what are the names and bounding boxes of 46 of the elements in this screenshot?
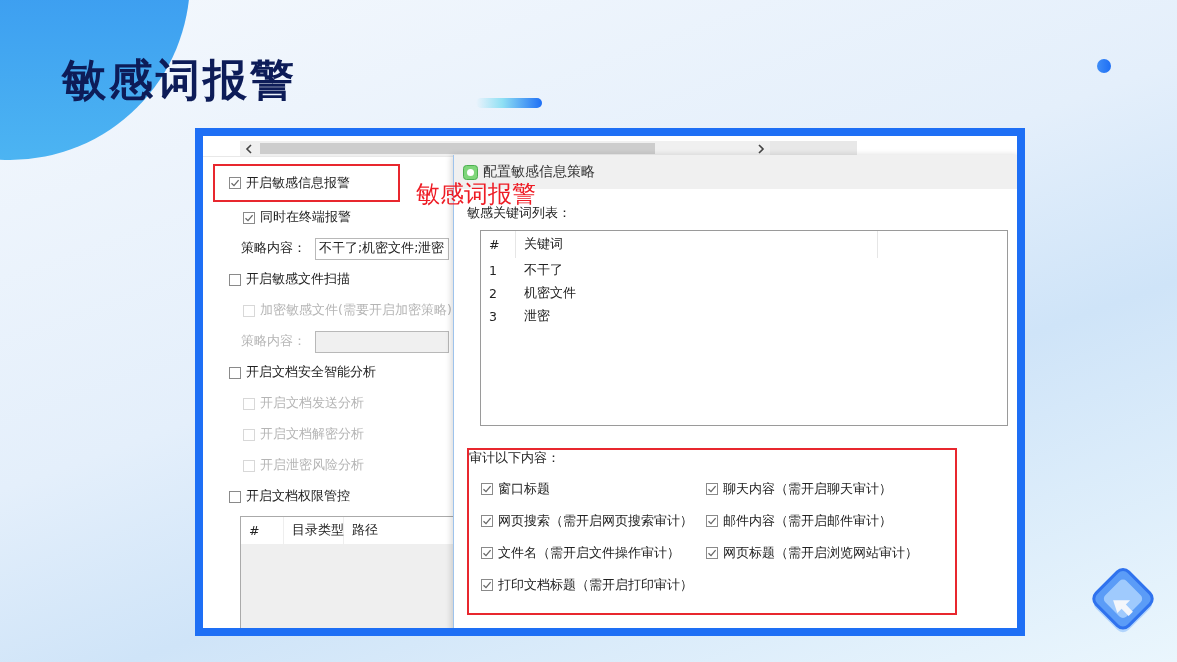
table-cell-text: 不干了	[523, 262, 564, 279]
section-label: 审计以下内容：	[469, 450, 560, 465]
checkbox[interactable]	[229, 366, 241, 379]
column-header[interactable]: #	[481, 231, 516, 258]
checkbox[interactable]	[229, 490, 241, 503]
checkbox[interactable]	[243, 211, 255, 224]
annotation-text: 敏感词报警	[416, 181, 536, 207]
table-cell-text: 1	[488, 263, 498, 278]
table-cell-text: 2	[488, 286, 498, 301]
checkbox[interactable]	[706, 483, 718, 495]
checkbox[interactable]	[229, 177, 241, 189]
checkbox-label[interactable]: 网页标题（需开启浏览网站审计）	[723, 544, 918, 562]
checkbox-label[interactable]: 同时在终端报警	[260, 209, 351, 226]
checkbox[interactable]	[706, 515, 718, 527]
checkbox[interactable]	[229, 273, 241, 286]
accent-dot	[1097, 59, 1111, 73]
checkbox-label[interactable]: 网页搜索（需开启网页搜索审计）	[498, 512, 693, 530]
table-cell-text: 3	[488, 309, 498, 324]
checkbox-label[interactable]: 窗口标题	[498, 480, 550, 498]
field-label: 策略内容：	[241, 240, 306, 257]
checkbox-label[interactable]: 打印文档标题（需开启打印审计）	[498, 576, 693, 594]
dialog-title: 配置敏感信息策略	[483, 163, 595, 181]
scrollbar[interactable]	[240, 141, 770, 156]
input-field[interactable]: 不干了;机密文件;泄密	[315, 237, 449, 260]
column-header[interactable]: 关键词	[516, 231, 878, 258]
checkbox[interactable]	[481, 579, 493, 591]
checkbox-label[interactable]: 开启敏感文件扫描	[246, 271, 350, 288]
field-label: 策略内容：	[241, 333, 306, 350]
checkbox-label[interactable]: 文件名（需开启文件操作审计）	[498, 544, 680, 562]
accent-bar	[476, 98, 542, 108]
checkbox-label[interactable]: 邮件内容（需开启邮件审计）	[723, 512, 892, 530]
checkbox[interactable]	[706, 547, 718, 559]
checkbox-label[interactable]: 开启文档权限管控	[246, 488, 350, 505]
checkbox[interactable]	[481, 483, 493, 495]
table-cell-text: 机密文件	[523, 285, 577, 302]
checkbox-label[interactable]: 开启敏感信息报警	[246, 174, 350, 192]
checkbox-label[interactable]: 聊天内容（需开启聊天审计）	[723, 480, 892, 498]
table-cell-text: 泄密	[523, 308, 551, 325]
column-header[interactable]: #	[241, 517, 284, 544]
slide-title: 敏感词报警	[62, 53, 297, 107]
app-icon	[463, 164, 478, 180]
checkbox[interactable]	[481, 547, 493, 559]
column-header[interactable]: 目录类型	[284, 517, 344, 544]
checkbox[interactable]	[481, 515, 493, 527]
checkbox-label[interactable]: 开启文档安全智能分析	[246, 364, 376, 381]
list-label: 敏感关键词列表：	[467, 205, 571, 220]
